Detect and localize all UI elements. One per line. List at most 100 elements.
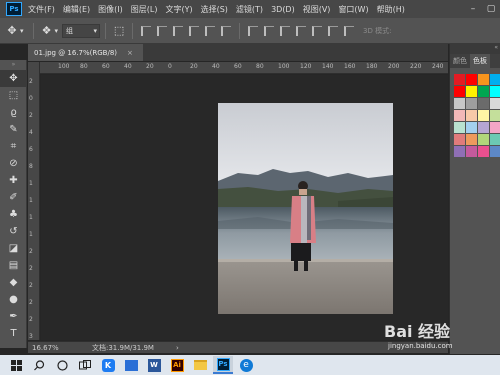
menu-help[interactable]: 帮助(H) [377,4,405,15]
dodge-tool-icon[interactable]: ● [0,291,27,308]
email-app-icon[interactable] [121,356,141,374]
color-swatch[interactable] [490,122,500,133]
color-swatch[interactable] [490,146,500,157]
search-icon[interactable] [29,356,49,374]
history-brush-tool-icon[interactable]: ↺ [0,223,27,240]
type-tool-icon[interactable]: T [0,325,27,342]
move-tool-icon[interactable]: ✥ [0,70,27,87]
menu-filter[interactable]: 滤镜(T) [236,4,263,15]
cortana-icon[interactable] [52,356,72,374]
menu-file[interactable]: 文件(F) [28,4,55,15]
menu-type[interactable]: 文字(Y) [165,4,192,15]
word-app-icon[interactable]: W [144,356,164,374]
menu-select[interactable]: 选择(S) [201,4,228,15]
horizontal-ruler[interactable]: 100 80 60 40 20 0 20 40 60 80 100 120 14… [40,62,448,74]
layers-icon[interactable]: ❖ [39,24,55,37]
color-swatch[interactable] [466,146,477,157]
toolbar-collapse-icon[interactable]: » [0,60,27,70]
align-hcenter-icon[interactable] [205,25,216,36]
auto-align-icon[interactable] [344,25,355,36]
document-tab[interactable]: 01.jpg @ 16.7%(RGB/8) × [28,44,143,61]
color-swatch[interactable] [478,74,489,85]
illustrator-app-icon[interactable]: Ai [167,356,187,374]
quick-select-tool-icon[interactable]: ✎ [0,121,27,138]
color-swatch[interactable] [478,110,489,121]
panel-tabs: 颜色 色板 [450,54,500,68]
color-swatch[interactable] [490,98,500,109]
align-vcenter-icon[interactable] [157,25,168,36]
color-swatch[interactable] [466,98,477,109]
color-swatch[interactable] [490,86,500,97]
panel-collapse-icon[interactable]: « [450,44,500,54]
align-bottom-icon[interactable] [173,25,184,36]
color-swatch[interactable] [466,134,477,145]
menu-edit[interactable]: 编辑(E) [63,4,90,15]
align-top-icon[interactable] [141,25,152,36]
photoshop-taskbar-icon[interactable]: Ps [213,356,233,374]
task-view-icon[interactable] [75,356,95,374]
clone-stamp-tool-icon[interactable]: ♣ [0,206,27,223]
align-right-icon[interactable] [221,25,232,36]
vertical-ruler[interactable]: 2 0 2 4 6 8 1 1 1 1 2 2 2 2 2 3 [28,62,40,340]
crop-tool-icon[interactable]: ⌗ [0,138,27,155]
color-swatch[interactable] [466,122,477,133]
color-swatch[interactable] [490,74,500,85]
auto-select-value: 组 [66,26,74,35]
menu-window[interactable]: 窗口(W) [338,4,368,15]
edge-browser-icon[interactable]: e [236,356,256,374]
eraser-tool-icon[interactable]: ◪ [0,240,27,257]
color-swatch[interactable] [454,86,465,97]
app-k-icon[interactable]: K [98,356,118,374]
align-left-icon[interactable] [189,25,200,36]
zoom-level[interactable]: 16.67% [32,344,72,352]
transform-controls-icon[interactable]: ⬚ [111,24,127,37]
eyedropper-tool-icon[interactable]: ⊘ [0,155,27,172]
color-swatch[interactable] [454,98,465,109]
menu-layer[interactable]: 图层(L) [131,4,158,15]
file-explorer-icon[interactable] [190,356,210,374]
menu-image[interactable]: 图像(I) [98,4,123,15]
color-swatch[interactable] [478,134,489,145]
marquee-tool-icon[interactable]: ⬚ [0,87,27,104]
color-swatch[interactable] [478,122,489,133]
gradient-tool-icon[interactable]: ▤ [0,257,27,274]
menu-view[interactable]: 视图(V) [303,4,331,15]
color-swatch[interactable] [478,146,489,157]
color-swatch[interactable] [454,122,465,133]
color-swatch[interactable] [454,74,465,85]
color-swatch[interactable] [490,110,500,121]
distribute-top-icon[interactable] [248,25,259,36]
color-swatch[interactable] [454,146,465,157]
color-swatch[interactable] [454,110,465,121]
close-icon[interactable]: × [127,49,133,57]
ruler-tick: 2 [29,265,33,272]
color-swatch[interactable] [454,134,465,145]
tab-color[interactable]: 颜色 [450,54,470,68]
status-menu-arrow-icon[interactable]: › [176,344,179,352]
healing-brush-tool-icon[interactable]: ✚ [0,172,27,189]
color-swatch[interactable] [466,74,477,85]
distribute-left-icon[interactable] [296,25,307,36]
menu-3d[interactable]: 3D(D) [271,5,295,14]
color-swatch[interactable] [478,98,489,109]
auto-select-checkbox-icon[interactable]: ▾ [55,27,59,35]
document-image[interactable] [218,103,393,314]
distribute-hcenter-icon[interactable] [312,25,323,36]
color-swatch[interactable] [466,86,477,97]
tool-preset-chevron-icon[interactable]: ▾ [20,27,24,35]
tab-swatches[interactable]: 色板 [470,54,490,68]
distribute-vcenter-icon[interactable] [264,25,275,36]
color-swatch[interactable] [478,86,489,97]
maximize-button[interactable]: ▢ [482,0,500,18]
brush-tool-icon[interactable]: ✐ [0,189,27,206]
windows-start-icon[interactable] [6,356,26,374]
lasso-tool-icon[interactable]: ϱ [0,104,27,121]
color-swatch[interactable] [466,110,477,121]
pen-tool-icon[interactable]: ✒ [0,308,27,325]
minimize-button[interactable]: – [464,0,482,18]
blur-tool-icon[interactable]: ◆ [0,274,27,291]
auto-select-dropdown[interactable]: 组 ▾ [62,23,101,38]
distribute-bottom-icon[interactable] [280,25,291,36]
distribute-right-icon[interactable] [328,25,339,36]
color-swatch[interactable] [490,134,500,145]
